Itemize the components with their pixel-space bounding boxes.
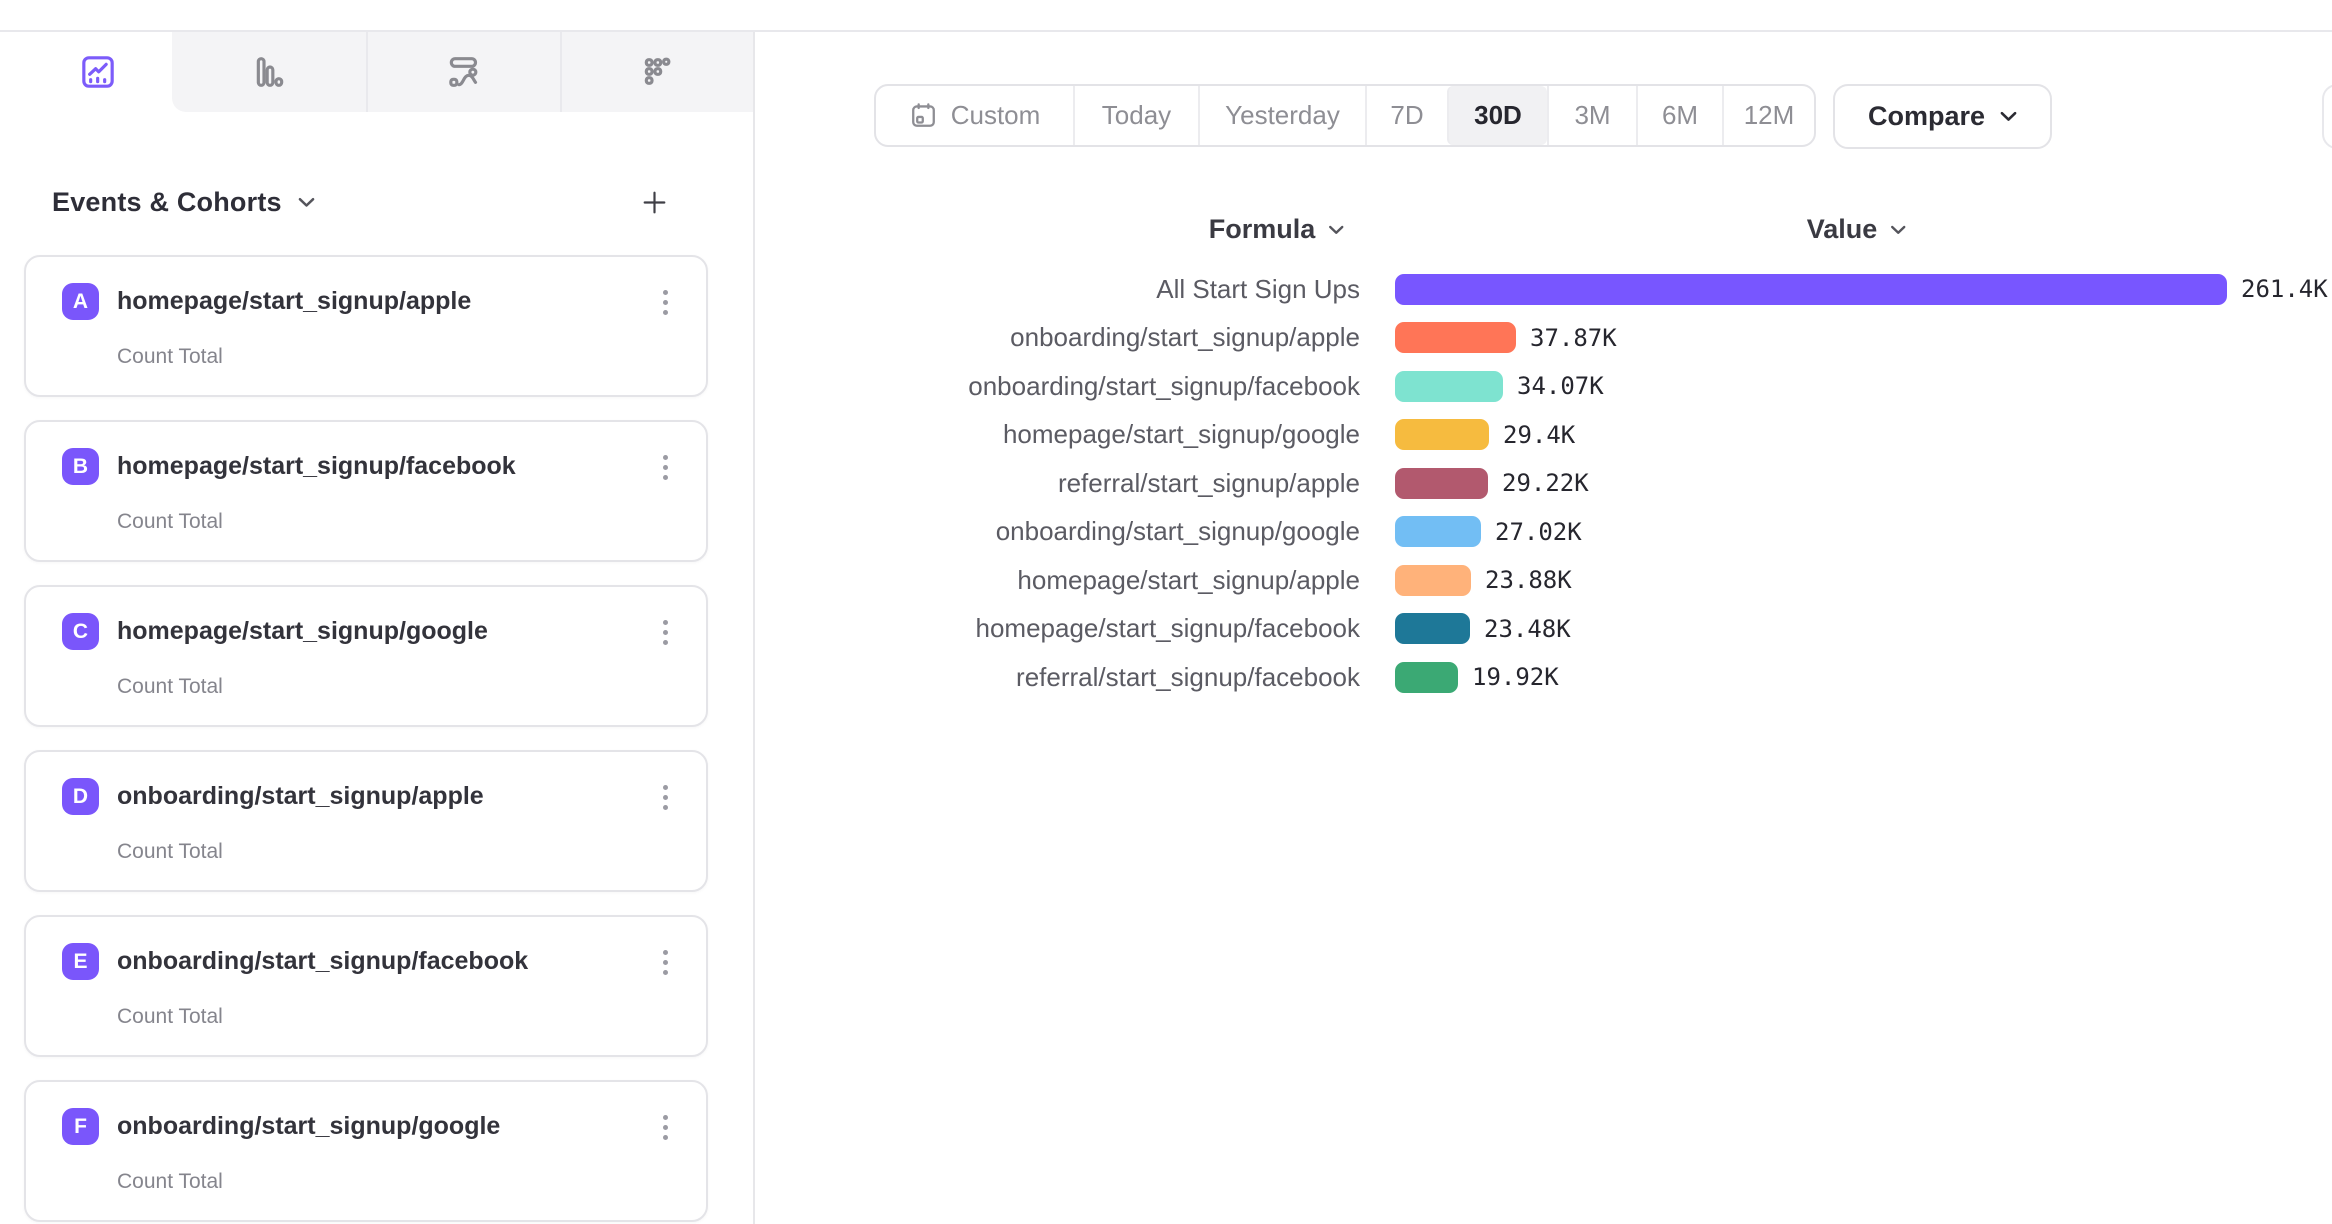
date-range-label: 6M: [1662, 100, 1698, 131]
flow-icon: [443, 52, 483, 92]
date-range-today[interactable]: Today: [1073, 86, 1198, 145]
date-range-12m[interactable]: 12M: [1722, 86, 1814, 145]
bar-category-label: onboarding/start_signup/google: [0, 516, 1360, 547]
bar[interactable]: [1395, 274, 2227, 305]
insights-report-page: Events & Cohorts A homepage/start_signup…: [0, 0, 2332, 1224]
bar-chart-row: homepage/start_signup/google 29.4K: [0, 411, 2332, 460]
value-header-label: Value: [1807, 214, 1878, 245]
date-range-label: 12M: [1744, 100, 1795, 131]
clipped-right-button[interactable]: [2322, 84, 2332, 149]
event-metric[interactable]: Count Total: [117, 1170, 223, 1194]
calendar-icon: [909, 101, 938, 130]
bar-value-label: 23.48K: [1484, 615, 1571, 643]
bar-value-label: 29.4K: [1503, 421, 1575, 449]
bar[interactable]: [1395, 516, 1481, 547]
bar-chart-icon: [249, 52, 289, 92]
tab-flow-chart[interactable]: [366, 32, 560, 112]
tab-line-chart[interactable]: [24, 32, 172, 112]
event-card[interactable]: F onboarding/start_signup/google Count T…: [24, 1080, 708, 1222]
events-cohorts-title: Events & Cohorts: [52, 187, 282, 218]
bar[interactable]: [1395, 371, 1503, 402]
event-card-main: F onboarding/start_signup/google: [62, 1108, 500, 1145]
chevron-down-icon: [1890, 225, 1905, 235]
bar-category-label: homepage/start_signup/facebook: [0, 613, 1360, 644]
tab-bar-chart[interactable]: [172, 32, 366, 112]
formula-header-label: Formula: [1209, 214, 1316, 245]
date-range-label: Custom: [951, 100, 1041, 131]
date-range-custom[interactable]: Custom: [876, 86, 1073, 145]
bar[interactable]: [1395, 565, 1471, 596]
bar-chart-row: onboarding/start_signup/facebook 34.07K: [0, 362, 2332, 411]
bar-value-label: 29.22K: [1502, 469, 1589, 497]
bar-value-label: 19.92K: [1472, 663, 1559, 691]
date-range-label: Today: [1102, 100, 1171, 131]
bar[interactable]: [1395, 662, 1458, 693]
chevron-down-icon: [298, 197, 315, 208]
bar-value-label: 34.07K: [1517, 372, 1604, 400]
bar-category-label: onboarding/start_signup/apple: [0, 322, 1360, 353]
bar-chart-row: referral/start_signup/facebook 19.92K: [0, 653, 2332, 702]
value-column-header[interactable]: Value: [1807, 214, 1906, 245]
bar-chart-row: onboarding/start_signup/apple 37.87K: [0, 314, 2332, 363]
date-range-label: 30D: [1474, 100, 1522, 131]
kebab-menu-icon[interactable]: [648, 1110, 682, 1144]
bar-value-label: 27.02K: [1495, 518, 1582, 546]
line-chart-icon: [78, 52, 118, 92]
date-range-3m[interactable]: 3M: [1547, 86, 1636, 145]
bar-category-label: homepage/start_signup/google: [0, 419, 1360, 450]
event-letter-badge: E: [62, 943, 99, 980]
dots-grid-icon: [637, 52, 677, 92]
event-name: onboarding/start_signup/apple: [117, 782, 484, 811]
plus-icon: [639, 187, 670, 218]
chevron-down-icon: [1328, 225, 1343, 235]
event-card-main: D onboarding/start_signup/apple: [62, 778, 484, 815]
date-range-label: 3M: [1574, 100, 1610, 131]
bar[interactable]: [1395, 468, 1488, 499]
chevron-down-icon: [2000, 111, 2017, 122]
event-card-main: E onboarding/start_signup/facebook: [62, 943, 528, 980]
compare-button[interactable]: Compare: [1833, 84, 2052, 149]
event-metric[interactable]: Count Total: [117, 840, 223, 864]
events-cohorts-header: Events & Cohorts: [52, 174, 684, 230]
bar-category-label: onboarding/start_signup/facebook: [0, 371, 1360, 402]
event-metric[interactable]: Count Total: [117, 1005, 223, 1029]
tab-retention-chart[interactable]: [560, 32, 754, 112]
bar-value-label: 23.88K: [1485, 566, 1572, 594]
bar-chart-row: referral/start_signup/apple 29.22K: [0, 459, 2332, 508]
kebab-menu-icon[interactable]: [648, 780, 682, 814]
bar-chart-row: homepage/start_signup/apple 23.88K: [0, 556, 2332, 605]
event-card[interactable]: E onboarding/start_signup/facebook Count…: [24, 915, 708, 1057]
bar-chart: All Start Sign Ups 261.4K onboarding/sta…: [0, 265, 2332, 702]
events-cohorts-toggle[interactable]: Events & Cohorts: [52, 187, 315, 218]
bar-category-label: All Start Sign Ups: [0, 274, 1360, 305]
bar-category-label: homepage/start_signup/apple: [0, 565, 1360, 596]
formula-column-header[interactable]: Formula: [1209, 214, 1344, 245]
event-name: onboarding/start_signup/facebook: [117, 947, 528, 976]
compare-label: Compare: [1868, 101, 1985, 132]
bar-value-label: 261.4K: [2241, 275, 2328, 303]
event-letter-badge: F: [62, 1108, 99, 1145]
date-range-selector: Custom Today Yesterday 7D 30D 3M 6M 12M: [874, 84, 1816, 147]
date-range-label: Yesterday: [1225, 100, 1340, 131]
bar-chart-row: onboarding/start_signup/google 27.02K: [0, 508, 2332, 557]
date-range-label: 7D: [1390, 100, 1423, 131]
bar-chart-row: homepage/start_signup/facebook 23.48K: [0, 605, 2332, 654]
event-card[interactable]: D onboarding/start_signup/apple Count To…: [24, 750, 708, 892]
bar-category-label: referral/start_signup/facebook: [0, 662, 1360, 693]
bar[interactable]: [1395, 419, 1489, 450]
event-letter-badge: D: [62, 778, 99, 815]
add-event-button[interactable]: [632, 180, 676, 224]
bar-value-label: 37.87K: [1530, 324, 1617, 352]
date-range-yesterday[interactable]: Yesterday: [1198, 86, 1365, 145]
event-name: onboarding/start_signup/google: [117, 1112, 500, 1141]
bar[interactable]: [1395, 322, 1516, 353]
bar-category-label: referral/start_signup/apple: [0, 468, 1360, 499]
bar[interactable]: [1395, 613, 1470, 644]
date-range-30d[interactable]: 30D: [1447, 86, 1547, 145]
bar-chart-row: All Start Sign Ups 261.4K: [0, 265, 2332, 314]
date-range-6m[interactable]: 6M: [1636, 86, 1722, 145]
date-range-7d[interactable]: 7D: [1365, 86, 1447, 145]
kebab-menu-icon[interactable]: [648, 945, 682, 979]
